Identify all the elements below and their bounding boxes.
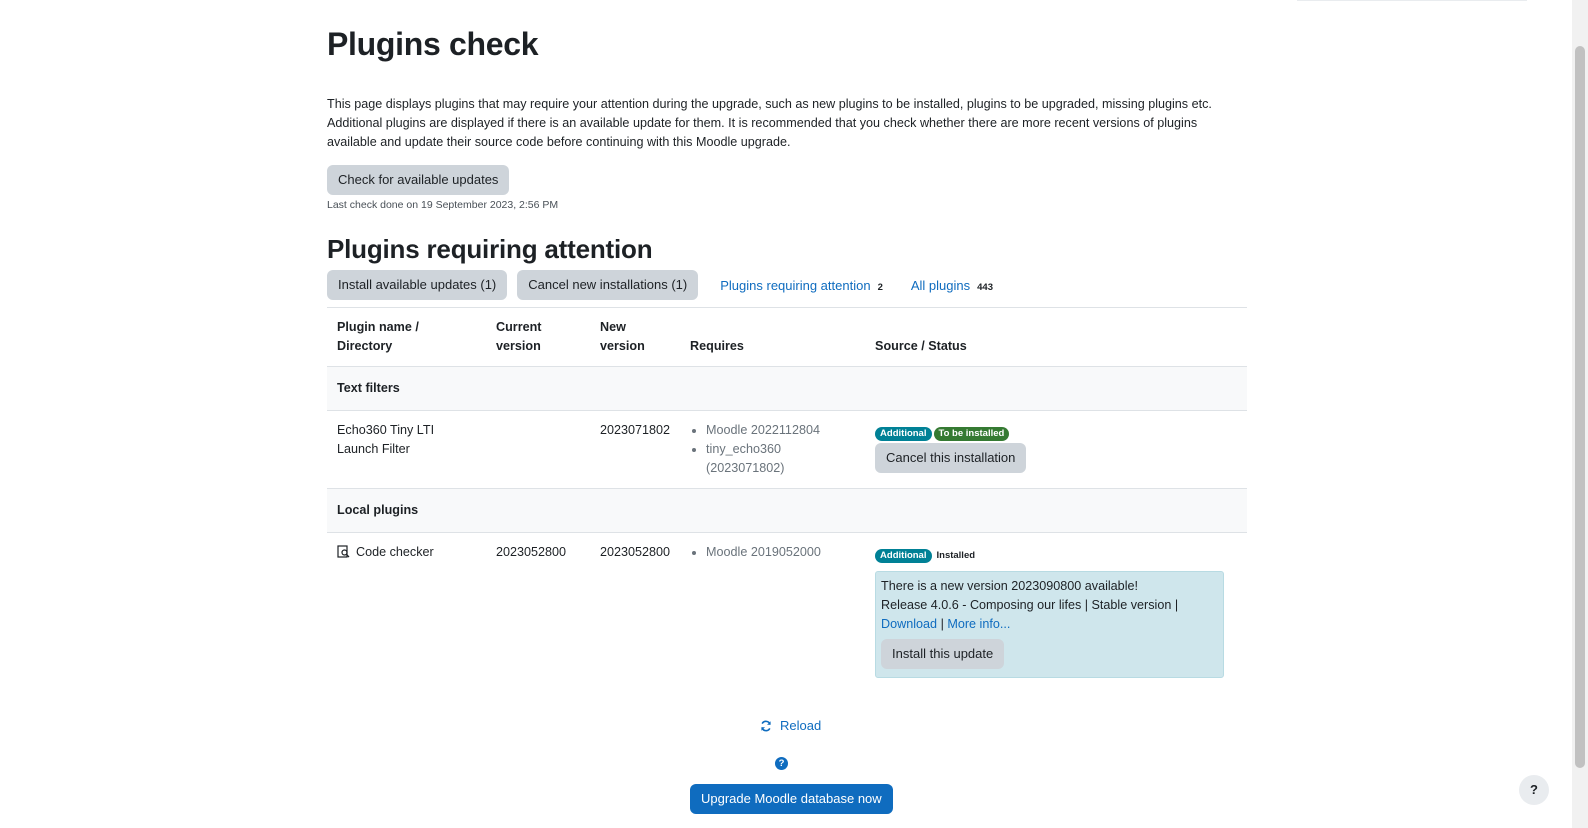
plugin-requires: Moodle 2022112804 tiny_echo360 (20230718… bbox=[680, 410, 866, 489]
refresh-icon bbox=[761, 720, 771, 731]
header-current: Current version bbox=[486, 307, 590, 367]
scrollbar-thumb[interactable] bbox=[1575, 46, 1585, 768]
plugin-status: Additional To be installed Cancel this in… bbox=[865, 410, 1247, 489]
header-requires: Requires bbox=[680, 307, 866, 367]
source-badge: Additional bbox=[875, 549, 932, 563]
plugins-table: Plugin name / Directory Current version … bbox=[327, 307, 1247, 688]
table-row: Code checker 2023052800 2023052800 Moodl… bbox=[327, 532, 1247, 688]
cancel-installation-button[interactable]: Cancel this installation bbox=[875, 443, 1027, 473]
group-label: Text filters bbox=[327, 366, 1247, 411]
filter-attention-link[interactable]: Plugins requiring attention 2 bbox=[720, 278, 883, 293]
last-check-text: Last check done on 19 September 2023, 2:… bbox=[327, 199, 559, 211]
status-badge: Installed bbox=[936, 550, 976, 561]
source-badge: Additional bbox=[875, 427, 932, 441]
update-message: There is a new version 2023090800 availa… bbox=[881, 579, 1138, 593]
header-name: Plugin name / Directory bbox=[327, 307, 486, 367]
intro-text: This page displays plugins that may requ… bbox=[327, 97, 1212, 149]
update-release: Release 4.0.6 - Composing our lifes | St… bbox=[881, 598, 1179, 612]
requirement-item: tiny_echo360 (2023071802) bbox=[706, 440, 855, 478]
header-new: New version bbox=[590, 307, 681, 367]
filter-all-link[interactable]: All plugins 443 bbox=[911, 278, 993, 293]
download-link[interactable]: Download bbox=[881, 617, 937, 631]
question-circle-icon[interactable]: ? bbox=[775, 757, 788, 770]
page-title: Plugins check bbox=[327, 26, 539, 62]
plugin-new-version: 2023052800 bbox=[590, 532, 681, 688]
filter-attention-count: 2 bbox=[877, 281, 883, 293]
status-badge: To be installed bbox=[933, 427, 1010, 441]
group-row-local-plugins: Local plugins bbox=[327, 488, 1247, 533]
install-updates-button[interactable]: Install available updates (1) bbox=[327, 270, 508, 300]
top-divider bbox=[1297, 0, 1527, 1]
upgrade-database-button[interactable]: Upgrade Moodle database now bbox=[690, 784, 893, 814]
plugin-current-version: 2023052800 bbox=[486, 532, 590, 688]
plugin-icon bbox=[337, 545, 350, 558]
help-button[interactable]: ? bbox=[1519, 775, 1549, 805]
table-header-row: Plugin name / Directory Current version … bbox=[327, 307, 1247, 367]
plugin-name: Echo360 Tiny LTI Launch Filter bbox=[327, 410, 486, 489]
plugin-name-cell: Code checker bbox=[327, 532, 486, 688]
cancel-installations-button[interactable]: Cancel new installations (1) bbox=[517, 270, 699, 300]
check-updates-button[interactable]: Check for available updates bbox=[327, 165, 510, 195]
plugin-name: Code checker bbox=[356, 545, 434, 559]
plugin-current-version bbox=[486, 410, 590, 489]
update-separator: | bbox=[940, 617, 944, 631]
table-row: Echo360 Tiny LTI Launch Filter 202307180… bbox=[327, 410, 1247, 489]
update-release-line: Release 4.0.6 - Composing our lifes | St… bbox=[881, 596, 1218, 634]
requirement-item: Moodle 2019052000 bbox=[706, 543, 855, 562]
install-update-button[interactable]: Install this update bbox=[881, 639, 1005, 669]
group-row-text-filters: Text filters bbox=[327, 366, 1247, 411]
group-label: Local plugins bbox=[327, 488, 1247, 533]
requirement-item: Moodle 2022112804 bbox=[706, 421, 855, 440]
filter-all-count: 443 bbox=[977, 281, 993, 293]
header-status: Source / Status bbox=[865, 307, 1247, 367]
reload-link[interactable]: Reload bbox=[760, 718, 821, 733]
filter-attention-label: Plugins requiring attention bbox=[720, 277, 871, 293]
plugin-new-version: 2023071802 bbox=[590, 410, 681, 489]
scrollbar[interactable] bbox=[1572, 0, 1588, 828]
update-available-box: There is a new version 2023090800 availa… bbox=[875, 571, 1225, 678]
more-info-link[interactable]: More info... bbox=[947, 617, 1010, 631]
attention-actions: Install available updates (1) Cancel new… bbox=[327, 270, 1009, 300]
attention-heading: Plugins requiring attention bbox=[327, 234, 653, 264]
plugin-requires: Moodle 2019052000 bbox=[680, 532, 866, 688]
filter-all-label: All plugins bbox=[910, 277, 971, 293]
plugin-status: Additional Installed There is a new versi… bbox=[865, 532, 1247, 688]
reload-label: Reload bbox=[780, 718, 822, 733]
